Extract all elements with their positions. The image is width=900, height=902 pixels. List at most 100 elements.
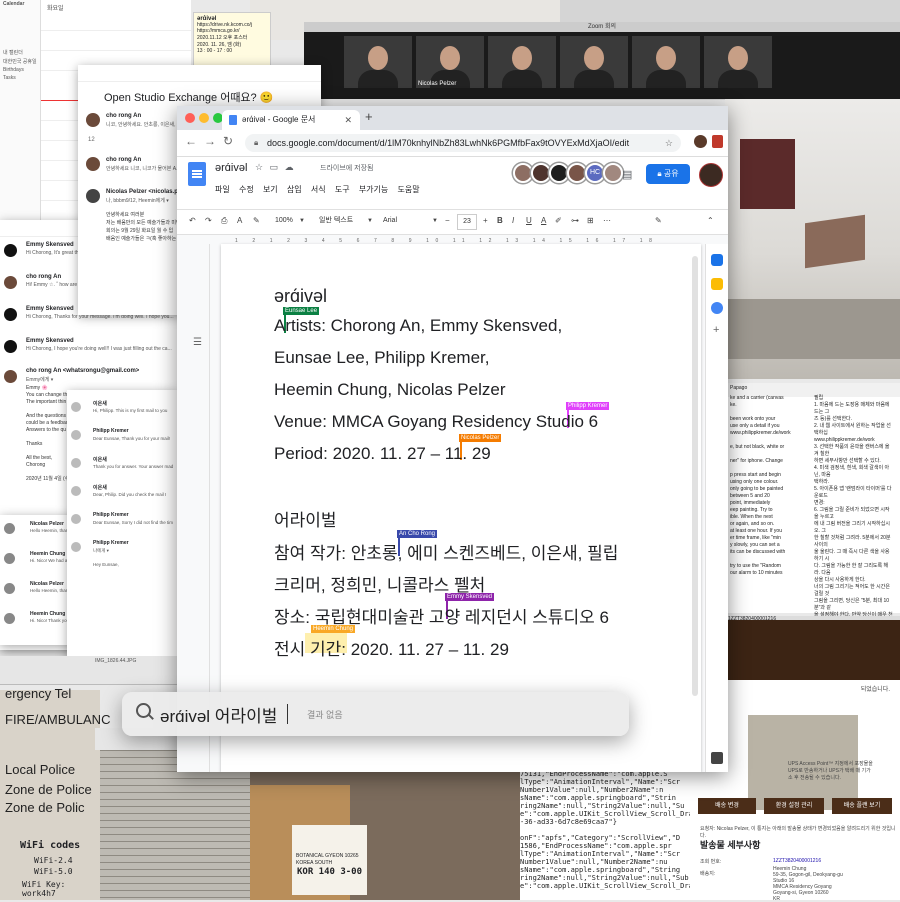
- chevron-down-icon[interactable]: ▼: [367, 218, 373, 224]
- style-select[interactable]: 일반 텍스트: [319, 214, 353, 228]
- increase-size-icon[interactable]: +: [483, 216, 488, 225]
- source-text-line: www.philippkremer.de/work: [730, 430, 791, 436]
- avatar: [86, 157, 100, 171]
- chevron-down-icon[interactable]: ▼: [299, 218, 305, 224]
- sender-name[interactable]: Emmy Skensved: [26, 338, 74, 344]
- profile-icon[interactable]: [694, 135, 707, 148]
- font-select[interactable]: Arial: [383, 214, 397, 228]
- highlight-icon[interactable]: ✐: [555, 216, 562, 225]
- bold-icon[interactable]: B: [497, 216, 503, 225]
- collapse-toolbar-icon[interactable]: ⌃: [707, 216, 714, 225]
- sender-name[interactable]: Nicolas Pelzer: [30, 521, 64, 527]
- sender-name[interactable]: Emmy Skensved: [26, 306, 74, 312]
- document-title[interactable]: ərɑ́ivəl: [215, 162, 247, 174]
- docs-logo-icon[interactable]: [188, 162, 206, 186]
- explore-icon[interactable]: [711, 752, 723, 764]
- sender-name[interactable]: Philipp Kremer: [93, 428, 129, 434]
- menu-edit[interactable]: 수정: [239, 185, 254, 194]
- sender-name[interactable]: Heemin Chung: [30, 611, 65, 617]
- sender-name[interactable]: cho rong An <whatsrongu@gmail.com>: [26, 368, 139, 374]
- extension-icon[interactable]: [712, 135, 723, 148]
- account-avatar[interactable]: [699, 163, 723, 187]
- close-tab-icon[interactable]: ✕: [344, 110, 352, 130]
- decrease-size-icon[interactable]: −: [445, 216, 450, 225]
- back-icon[interactable]: ←: [185, 134, 197, 148]
- sender-name[interactable]: Emmy Skensved: [26, 242, 74, 248]
- tasks-icon[interactable]: [711, 302, 723, 314]
- collaborator-avatar[interactable]: [513, 163, 533, 183]
- new-tab-button[interactable]: +: [365, 109, 373, 124]
- collaborator-avatar[interactable]: [567, 163, 587, 183]
- minimize-window-button[interactable]: [199, 113, 209, 123]
- message-snippet: 나, bbbm9/12, Heemin에게 ▾: [106, 198, 169, 204]
- menu-view[interactable]: 보기: [263, 185, 278, 194]
- menu-format[interactable]: 서식: [311, 185, 326, 194]
- more-icon[interactable]: ⋯: [603, 216, 611, 225]
- sender-name[interactable]: cho rong An: [106, 157, 141, 163]
- move-folder-icon[interactable]: ▭: [270, 162, 279, 172]
- menu-help[interactable]: 도움말: [398, 185, 420, 194]
- link-icon[interactable]: ⊶: [571, 216, 579, 225]
- spotlight-query[interactable]: ərɑ́ivəl 어라이벌: [160, 702, 277, 727]
- participant-tile[interactable]: [488, 36, 556, 88]
- share-button[interactable]: 🔒︎ 공유: [646, 164, 690, 184]
- sender-name[interactable]: cho rong An: [26, 274, 61, 280]
- print-icon[interactable]: ⎙: [221, 216, 227, 226]
- comment-icon[interactable]: ⊞: [587, 216, 594, 225]
- comment-history-icon[interactable]: ▤: [622, 168, 632, 181]
- collaborator-avatar[interactable]: [549, 163, 569, 183]
- add-on-plus-icon[interactable]: +: [713, 324, 719, 336]
- sender-name[interactable]: Nicolas Pelzer: [30, 581, 64, 587]
- editing-mode-icon[interactable]: ✎: [655, 216, 662, 225]
- zoom-select[interactable]: 100%: [275, 214, 293, 228]
- participant-tile[interactable]: [560, 36, 628, 88]
- bookmark-star-icon[interactable]: ☆: [665, 134, 673, 152]
- translated-text-line: 에 내 그림 버전을 그리기 시작하십시오. 그: [814, 521, 890, 534]
- browser-tab[interactable]: ərɑ́ivəl - Google 문서 ✕: [222, 110, 360, 130]
- avatar: [86, 113, 100, 127]
- sender-name[interactable]: 이은새: [93, 484, 107, 491]
- close-window-button[interactable]: [185, 113, 195, 123]
- sender-name[interactable]: cho rong An: [106, 113, 141, 119]
- paint-format-icon[interactable]: ✎: [253, 216, 260, 225]
- outline-icon[interactable]: ☰: [193, 337, 202, 348]
- keep-icon[interactable]: [711, 278, 723, 290]
- forward-icon[interactable]: →: [204, 134, 216, 148]
- participant-tile[interactable]: Nicolas Pelzer: [416, 36, 484, 88]
- spellcheck-icon[interactable]: A: [237, 216, 242, 225]
- menu-tools[interactable]: 도구: [335, 185, 350, 194]
- collaborator-avatar[interactable]: [531, 163, 551, 183]
- text-color-icon[interactable]: A: [541, 216, 546, 225]
- sender-name[interactable]: 이은새: [93, 456, 107, 463]
- collaborator-avatar[interactable]: [603, 163, 623, 183]
- sender-name[interactable]: Heemin Chung: [30, 551, 65, 557]
- menu-addons[interactable]: 부가기능: [359, 185, 388, 194]
- italic-icon[interactable]: I: [512, 216, 514, 225]
- collapsed-count[interactable]: 12: [88, 137, 95, 143]
- url-field[interactable]: 🔒︎ docs.google.com/document/d/1lM70knhyl…: [245, 134, 681, 152]
- sender-name[interactable]: 이은새: [93, 400, 107, 407]
- menu-insert[interactable]: 삽입: [287, 185, 302, 194]
- vertical-scrollbar[interactable]: [692, 256, 698, 696]
- cloud-icon[interactable]: ☁: [285, 162, 294, 172]
- chevron-down-icon[interactable]: ▼: [432, 218, 438, 224]
- lock-icon[interactable]: 🔒︎: [254, 134, 258, 152]
- menu-file[interactable]: 파일: [215, 185, 230, 194]
- undo-icon[interactable]: ↶: [189, 216, 196, 225]
- reload-icon[interactable]: ↻: [223, 134, 233, 148]
- tracking-number-link[interactable]: 1ZZT3820400001216: [773, 858, 821, 864]
- star-icon[interactable]: ☆: [255, 162, 263, 172]
- collaborator-avatar[interactable]: HC: [585, 163, 605, 183]
- change-delivery-button[interactable]: 배송 변경: [698, 798, 756, 814]
- participant-tile[interactable]: [632, 36, 700, 88]
- participant-tile[interactable]: [704, 36, 772, 88]
- calendar-icon[interactable]: [711, 254, 723, 266]
- preferences-button[interactable]: 환경 설정 관리: [764, 798, 824, 814]
- underline-icon[interactable]: U: [526, 216, 532, 225]
- participant-tile[interactable]: [344, 36, 412, 88]
- font-size-field[interactable]: 23: [457, 214, 477, 230]
- delivery-plan-button[interactable]: 배송 플랜 보기: [832, 798, 892, 814]
- redo-icon[interactable]: ↷: [205, 216, 212, 225]
- sender-name[interactable]: Philipp Kremer: [93, 512, 129, 518]
- sender-name[interactable]: Philipp Kremer: [93, 540, 129, 546]
